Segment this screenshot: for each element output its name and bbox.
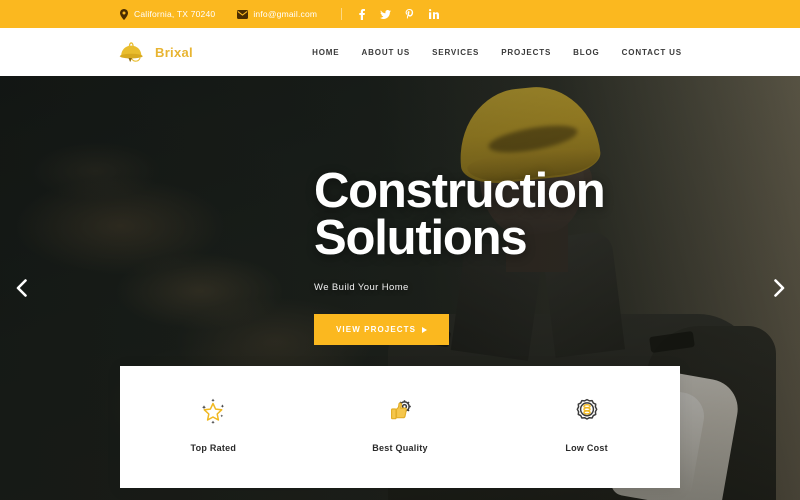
facebook-icon[interactable] [356, 8, 367, 20]
slider-prev-button[interactable] [8, 275, 34, 301]
logo-text: Brixal [155, 44, 193, 60]
nav-item-about-us[interactable]: ABOUT US [351, 48, 422, 57]
view-projects-label: VIEW PROJECTS [336, 325, 417, 335]
email-info[interactable]: info@gmail.com [237, 9, 317, 20]
gear-coins-icon [570, 395, 604, 429]
features-card: Top Rated Best Quality Low Cost [120, 366, 680, 488]
feature-label: Best Quality [372, 443, 428, 453]
envelope-icon [237, 9, 249, 20]
main-nav: HOME ABOUT US SERVICES PROJECTS BLOG CON… [301, 48, 682, 57]
map-pin-icon [118, 8, 129, 20]
star-sparkle-icon [196, 395, 230, 429]
chevron-right-icon [773, 279, 785, 297]
hero-title-line1: Construction [314, 164, 606, 218]
nav-item-blog[interactable]: BLOG [562, 48, 611, 57]
feature-top-rated[interactable]: Top Rated [120, 366, 307, 453]
chevron-left-icon [16, 279, 27, 297]
nav-item-contact-us[interactable]: CONTACT US [611, 48, 682, 57]
feature-label: Top Rated [190, 443, 237, 453]
hard-hat-icon [118, 41, 150, 63]
play-triangle-icon [422, 326, 428, 333]
top-bar: California, TX 70240 info@gmail.com [0, 0, 800, 28]
logo[interactable]: Brixal [118, 41, 193, 63]
hero-subtitle: We Build Your Home [314, 282, 409, 294]
hero-title-line2: Solutions [314, 211, 528, 266]
pinterest-icon[interactable] [404, 8, 415, 20]
top-bar-divider [341, 8, 343, 20]
feature-best-quality[interactable]: Best Quality [307, 366, 494, 453]
location-text: California, TX 70240 [134, 9, 216, 19]
location-info: California, TX 70240 [118, 8, 216, 20]
feature-label: Low Cost [565, 443, 608, 453]
nav-item-projects[interactable]: PROJECTS [490, 48, 562, 57]
nav-item-home[interactable]: HOME [301, 48, 350, 57]
nav-item-services[interactable]: SERVICES [421, 48, 490, 57]
thumbs-up-gear-icon [383, 395, 417, 429]
slider-next-button[interactable] [766, 275, 792, 301]
twitter-icon[interactable] [380, 9, 392, 20]
feature-low-cost[interactable]: Low Cost [493, 366, 680, 453]
linkedin-icon[interactable] [428, 9, 439, 20]
view-projects-button[interactable]: VIEW PROJECTS [314, 314, 450, 346]
social-links [356, 8, 439, 20]
email-text: info@gmail.com [253, 9, 318, 19]
site-header: Brixal HOME ABOUT US SERVICES PROJECTS B… [0, 28, 800, 76]
hero-title: Construction Solutions [314, 164, 734, 266]
